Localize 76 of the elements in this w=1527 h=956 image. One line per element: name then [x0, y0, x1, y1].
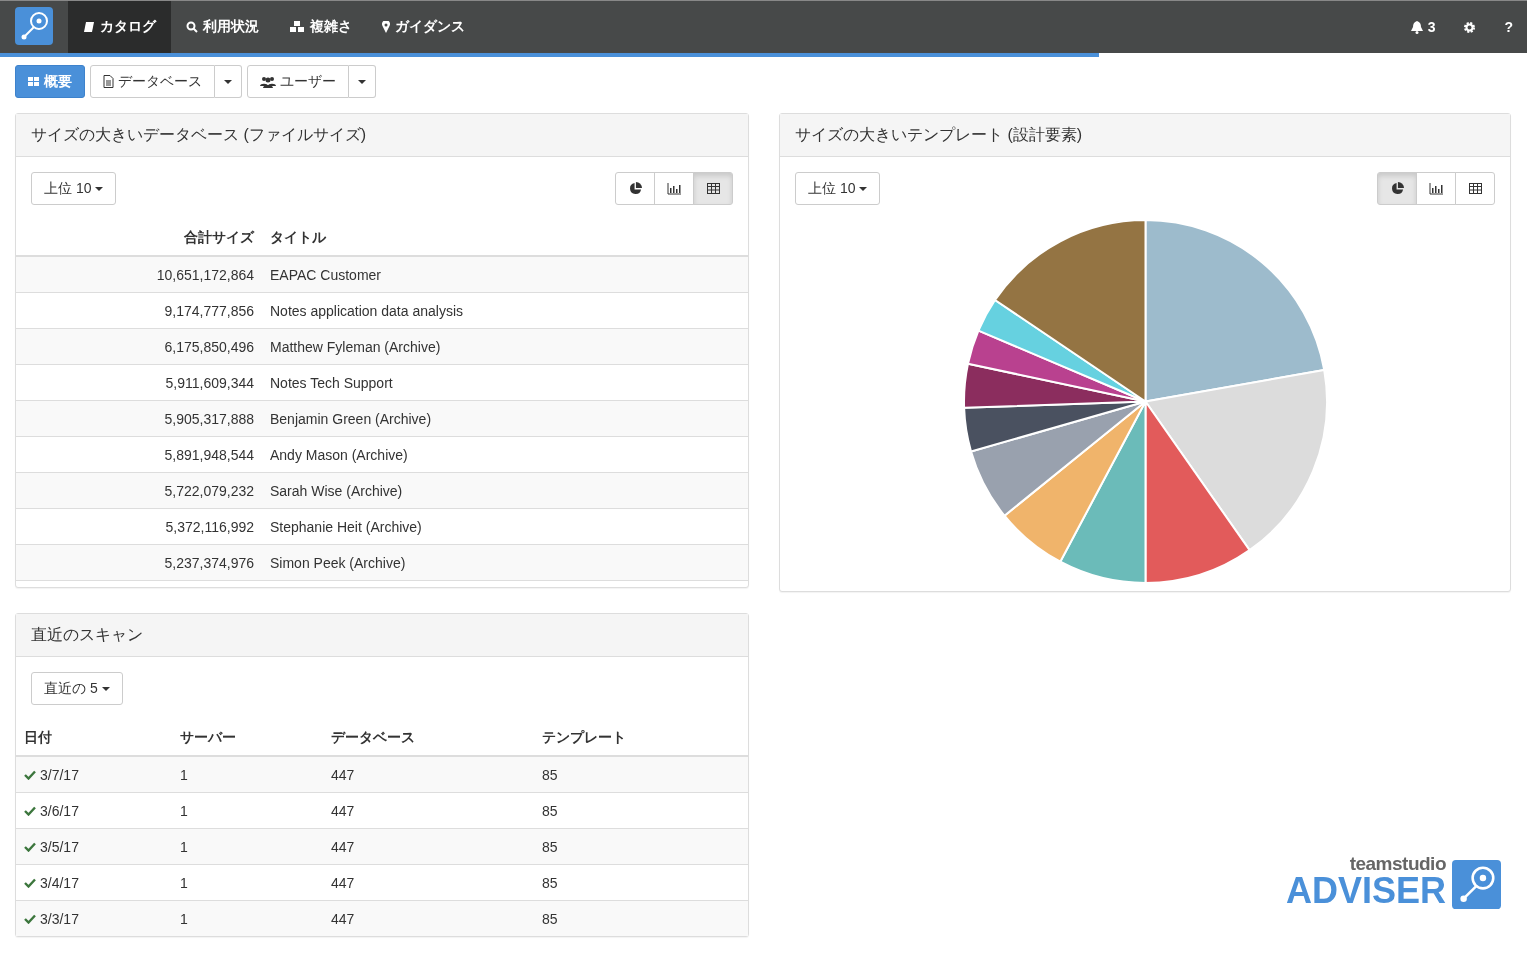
table-cell: Andy Mason (Archive) — [262, 436, 748, 473]
table-cell: 3/7/17 — [40, 766, 79, 783]
table-cell: 447 — [331, 802, 355, 819]
document-icon — [103, 75, 114, 88]
table-cell: Matthew Fyleman (Archive) — [262, 328, 748, 365]
pie-chart-icon — [1390, 182, 1404, 195]
table-cell: 1 — [180, 838, 188, 855]
table-cell: 6,175,850,496 — [16, 328, 262, 365]
table-cell: 85 — [542, 910, 558, 927]
filter-dropdown[interactable]: 上位 10 — [31, 172, 117, 205]
bar-chart-icon — [667, 182, 681, 195]
dropdown-toggle[interactable] — [215, 65, 242, 98]
table-cell: 5,237,374,976 — [16, 544, 262, 581]
table-cell: 10,651,172,864 — [16, 256, 262, 293]
table-icon — [1468, 183, 1482, 194]
table-cell: 3/4/17 — [40, 874, 79, 891]
users-icon — [260, 75, 276, 88]
table-icon — [706, 183, 720, 194]
search-icon — [186, 21, 198, 33]
panel-title: サイズの大きいテンプレート (設計要素) — [795, 124, 1083, 145]
app-logo-icon — [15, 7, 53, 45]
filter-dropdown[interactable]: 上位 10 — [795, 172, 881, 205]
table-cell: 85 — [542, 838, 558, 855]
table-cell: 1 — [180, 910, 188, 927]
toolbar-button[interactable]: データベース — [90, 65, 215, 98]
table-cell: EAPAC Customer — [262, 256, 748, 293]
table-cell: Simon Peek (Archive) — [262, 544, 748, 581]
table-cell: 9,174,777,856 — [16, 292, 262, 329]
table-cell: Notes Tech Support — [262, 364, 748, 401]
table-cell: 1 — [180, 802, 188, 819]
table-cell: 85 — [542, 874, 558, 891]
table-cell: 5,905,317,888 — [16, 400, 262, 437]
app-logo-icon — [1452, 860, 1501, 909]
table-cell: 85 — [542, 802, 558, 819]
bar-chart-icon — [1429, 182, 1443, 195]
table-cell: 447 — [331, 766, 355, 783]
table-view-button[interactable] — [693, 172, 733, 205]
nav-tab[interactable]: 複雑さ — [274, 1, 367, 53]
table-cell: 85 — [542, 766, 558, 783]
table-cell: 3/5/17 — [40, 838, 79, 855]
product-logo: teamstudio ADVISER — [1285, 854, 1501, 909]
table-cell: Benjamin Green (Archive) — [262, 400, 748, 437]
pie-view-button[interactable] — [1377, 172, 1417, 205]
table-cell: 5,911,609,344 — [16, 364, 262, 401]
table-cell: 5,722,079,232 — [16, 472, 262, 509]
nav-tab[interactable]: カタログ — [68, 1, 171, 53]
help-button[interactable]: ? — [1490, 1, 1527, 53]
grid-icon — [28, 76, 40, 87]
pie-view-button[interactable] — [615, 172, 655, 205]
cubes-icon — [289, 21, 305, 33]
table-cell: 447 — [331, 874, 355, 891]
table-cell: 5,372,116,992 — [16, 508, 262, 545]
table-cell: 3/6/17 — [40, 802, 79, 819]
table-cell: 1 — [180, 766, 188, 783]
toolbar-button[interactable]: ユーザー — [247, 65, 349, 98]
settings-icon — [1463, 20, 1477, 34]
table-cell: 447 — [331, 910, 355, 927]
map-pin-icon — [382, 21, 390, 33]
table-cell: Sarah Wise (Archive) — [262, 472, 748, 509]
table-view-button[interactable] — [1455, 172, 1495, 205]
table-cell: 3/3/17 — [40, 910, 79, 927]
panel-title: サイズの大きいデータベース (ファイルサイズ) — [31, 124, 367, 145]
panel-title: 直近のスキャン — [31, 624, 143, 645]
book-icon — [83, 21, 95, 33]
pie-chart-icon — [628, 182, 642, 195]
table-cell: Stephanie Heit (Archive) — [262, 508, 748, 545]
filter-dropdown[interactable]: 直近の 5 — [31, 672, 123, 705]
bell-icon — [1410, 20, 1423, 34]
table-cell: 1 — [180, 874, 188, 891]
nav-tab[interactable]: ガイダンス — [367, 1, 480, 53]
nav-tab[interactable]: 利用状況 — [171, 1, 274, 53]
notifications-button[interactable]: 3 — [1396, 1, 1450, 53]
table-cell: 447 — [331, 838, 355, 855]
table-cell: Notes application data analysis — [262, 292, 748, 329]
dropdown-toggle[interactable] — [349, 65, 376, 98]
table-cell: 5,891,948,544 — [16, 436, 262, 473]
